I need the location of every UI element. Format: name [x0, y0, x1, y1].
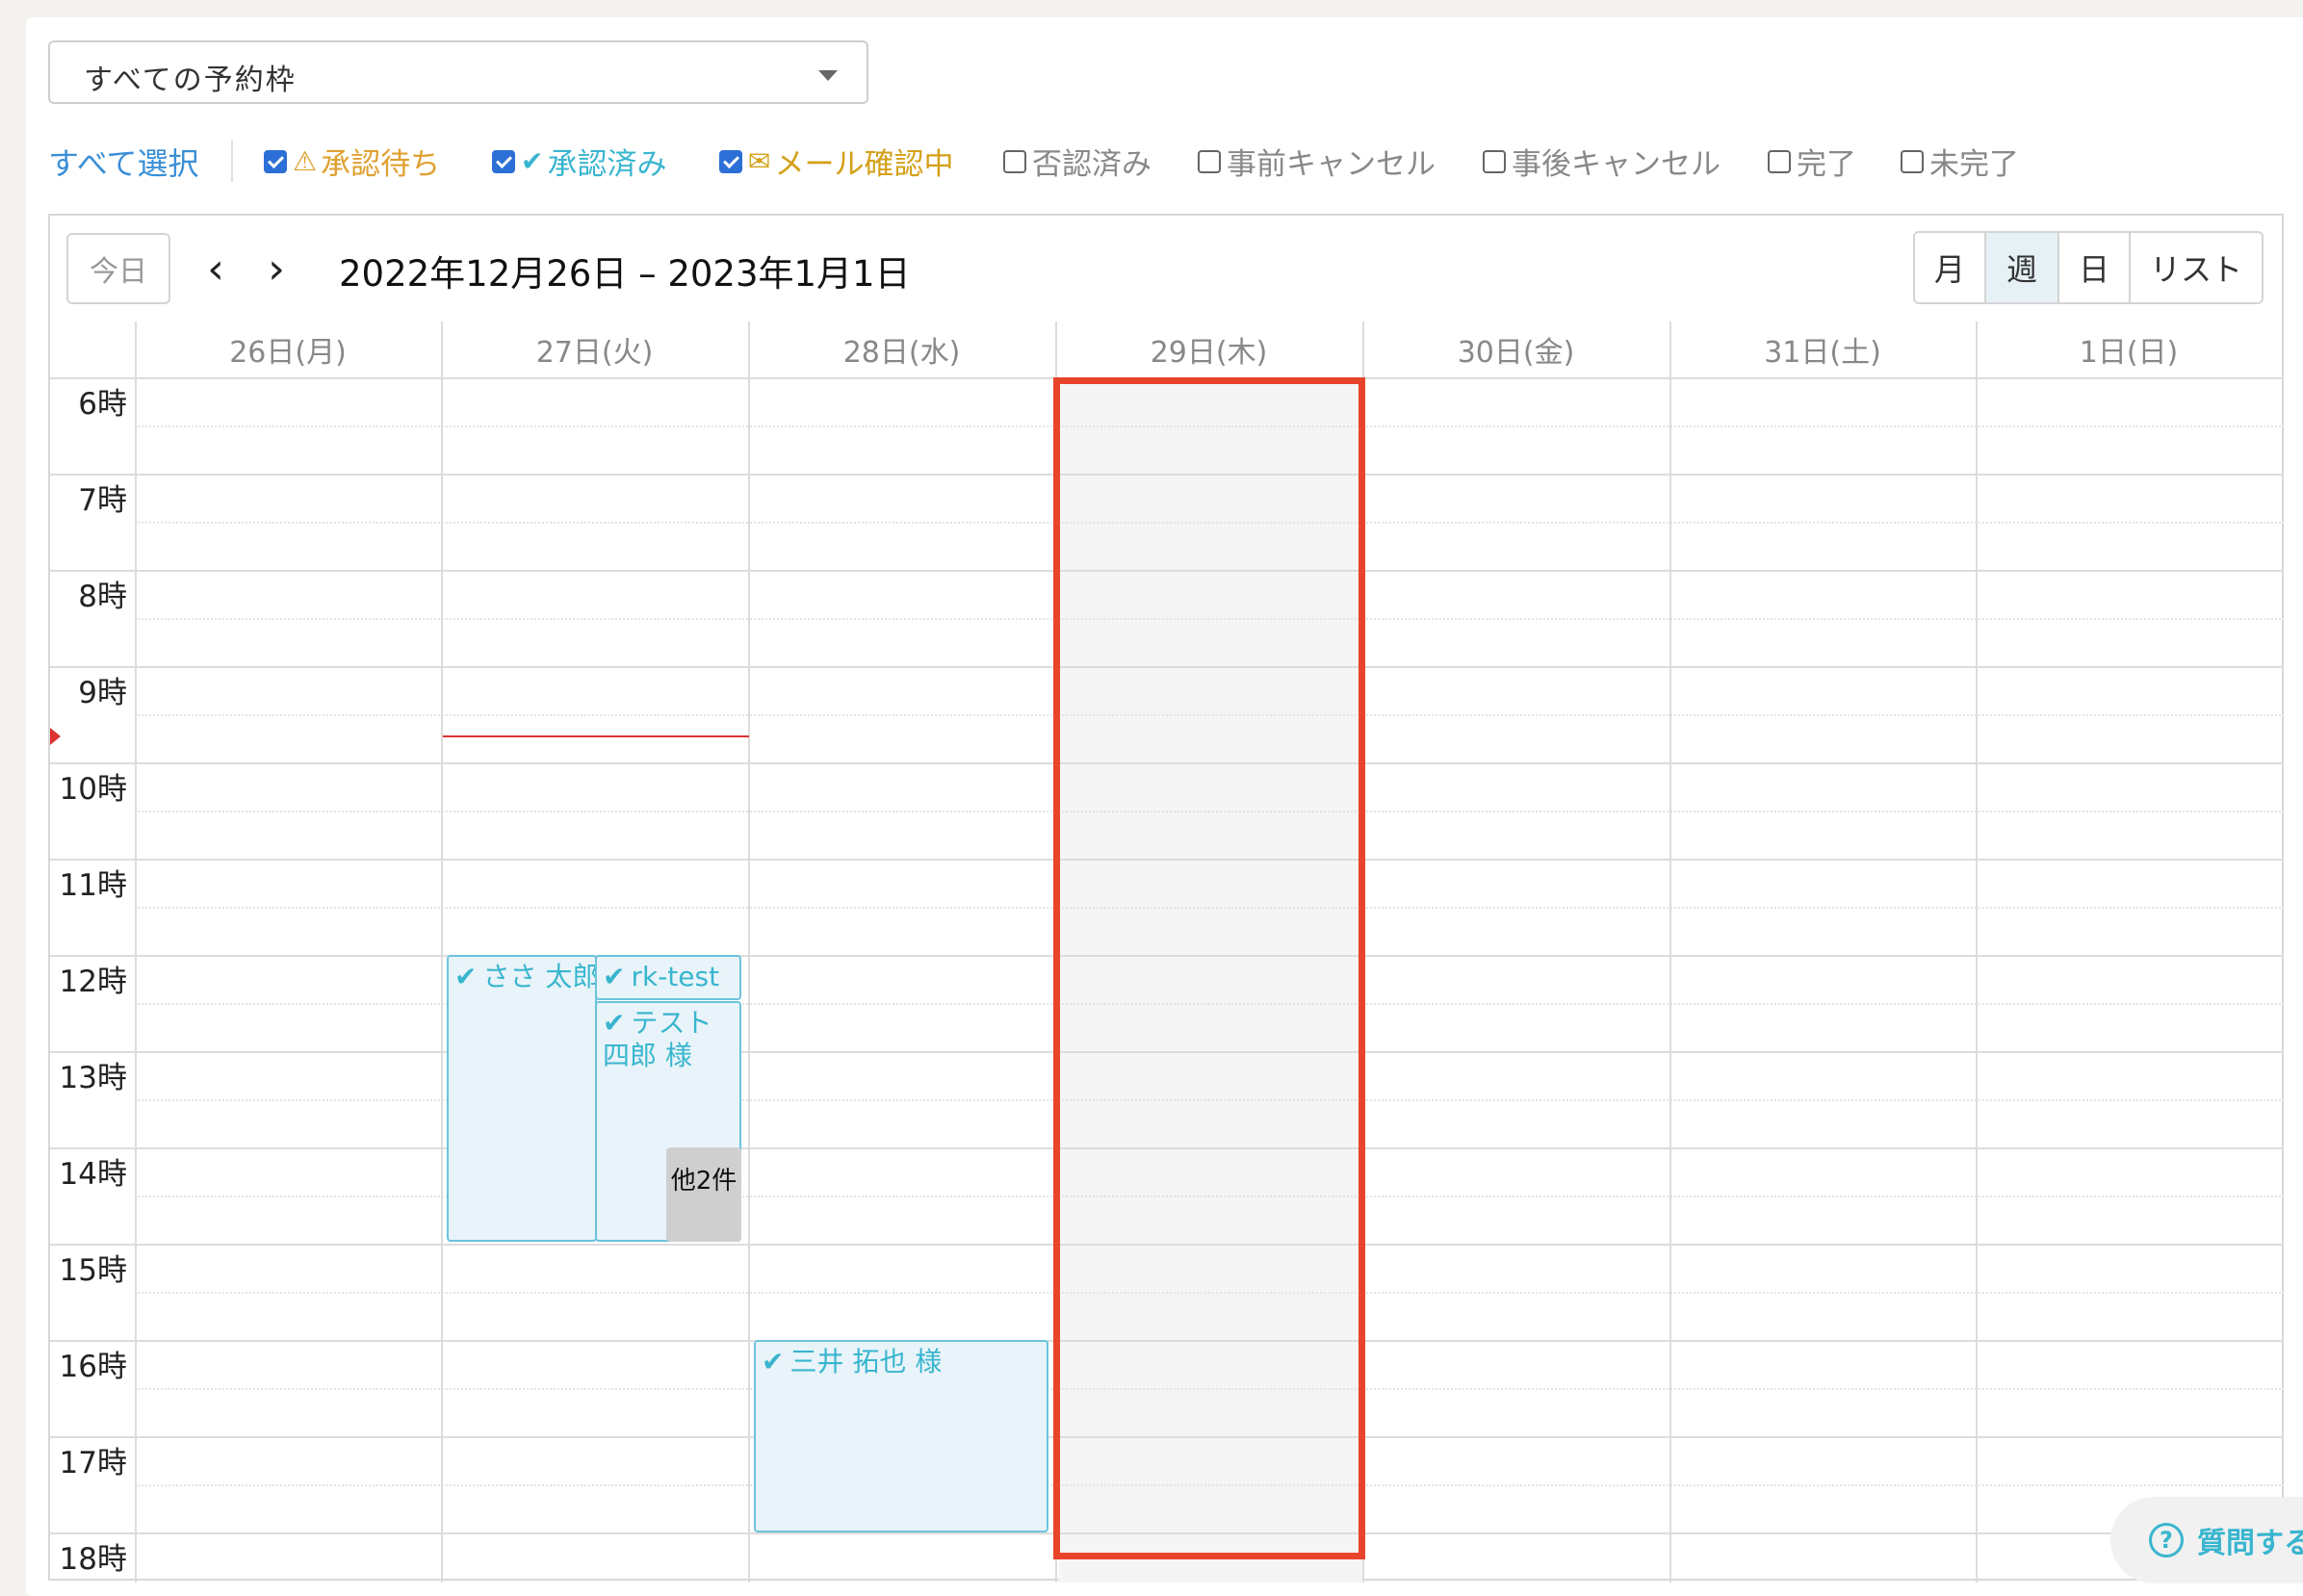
today-button[interactable]: 今日 [66, 233, 170, 304]
filter-incomplete[interactable]: 未完了 [1901, 140, 2019, 183]
filter-pre-cancel[interactable]: 事前キャンセル [1198, 140, 1436, 183]
filter-rejected[interactable]: 否認済み [1003, 140, 1152, 183]
filter-complete[interactable]: 完了 [1768, 140, 1856, 183]
help-button[interactable]: ? 質問する [2110, 1497, 2303, 1583]
checkbox[interactable] [492, 149, 515, 173]
day-header: 27日(火) [535, 336, 654, 370]
event-mitsui-takuya[interactable]: ✔ 三井 拓也 様 [754, 1340, 1048, 1532]
filter-label: 完了 [1797, 147, 1856, 182]
view-week-button[interactable]: 週 [1986, 233, 2059, 302]
checkbox[interactable] [1003, 149, 1026, 173]
filter-pending[interactable]: ⚠ 承認待ち [264, 140, 440, 183]
next-week-button[interactable]: › [257, 243, 296, 295]
calendar-toolbar: 今日 ‹ › 2022年12月26日 – 2023年1月1日 月 週 日 リスト [50, 216, 2282, 322]
day-header: 29日(木) [1150, 336, 1268, 370]
check-icon: ✔ [521, 145, 544, 177]
check-icon: ✔ [762, 1346, 785, 1377]
question-icon: ? [2149, 1523, 2184, 1557]
help-label: 質問する [2197, 1527, 2303, 1560]
prev-week-button[interactable]: ‹ [196, 243, 235, 295]
checkbox[interactable] [719, 149, 742, 173]
checkbox[interactable] [1901, 149, 1924, 173]
filter-label: 承認待ち [321, 147, 441, 182]
filter-label: 否認済み [1032, 147, 1152, 182]
time-label: 10時 [59, 772, 127, 807]
warning-icon: ⚠ [293, 145, 318, 177]
day-header: 1日(日) [2079, 336, 2179, 370]
check-icon: ✔ [454, 961, 478, 992]
event-title: rk-test [631, 961, 720, 992]
grid-column-line [1669, 322, 1671, 1583]
grid-column-line [441, 322, 443, 1583]
event-sasa-taro[interactable]: ✔ ささ 太郎 [447, 955, 597, 1242]
highlight-annotation-frame [1053, 377, 1365, 1559]
filter-post-cancel[interactable]: 事後キャンセル [1483, 140, 1721, 183]
check-icon: ✔ [603, 1007, 626, 1039]
view-switcher: 月 週 日 リスト [1913, 231, 2264, 304]
now-indicator-line [443, 735, 749, 737]
event-rk-test[interactable]: ✔ rk-test [595, 955, 741, 1000]
view-day-button[interactable]: 日 [2059, 233, 2131, 302]
day-header: 26日(月) [229, 336, 347, 370]
grid-column-line [748, 322, 750, 1583]
checkbox[interactable] [1483, 149, 1506, 173]
caret-down-icon [818, 70, 838, 81]
filter-label: メール確認中 [774, 147, 954, 182]
envelope-icon: ✉ [748, 145, 771, 177]
time-label: 14時 [59, 1157, 127, 1192]
checkbox[interactable] [1198, 149, 1221, 173]
time-label: 11時 [59, 868, 127, 903]
time-label: 12時 [59, 965, 127, 999]
event-title: ささ 太郎 [482, 961, 597, 992]
check-icon: ✔ [603, 961, 626, 992]
view-month-button[interactable]: 月 [1915, 233, 1986, 302]
view-list-button[interactable]: リスト [2131, 233, 2262, 302]
time-label: 8時 [78, 579, 127, 614]
more-events-badge[interactable]: 他2件 [666, 1147, 741, 1242]
filter-email-confirming[interactable]: ✉ メール確認中 [719, 140, 953, 183]
time-label: 16時 [59, 1350, 127, 1384]
grid-column-line [1976, 322, 1978, 1583]
time-label: 15時 [59, 1253, 127, 1288]
time-label: 18時 [59, 1542, 127, 1577]
time-label: 17時 [59, 1446, 127, 1480]
chevron-right-icon: › [268, 244, 285, 294]
time-label: 6時 [78, 387, 127, 422]
day-header: 30日(金) [1457, 336, 1575, 370]
day-header: 28日(水) [842, 336, 961, 370]
select-all-link[interactable]: すべて選択 [48, 140, 198, 184]
filter-label: 事後キャンセル [1512, 147, 1721, 182]
event-title: 三井 拓也 様 [789, 1346, 943, 1377]
filter-label: 承認済み [547, 147, 667, 182]
filter-divider [231, 140, 233, 182]
checkbox[interactable] [1768, 149, 1791, 173]
day-header: 31日(土) [1764, 336, 1881, 370]
filter-label: 未完了 [1929, 147, 2019, 182]
reservation-slot-select[interactable]: すべての予約枠 [48, 40, 868, 104]
date-range-title: 2022年12月26日 – 2023年1月1日 [339, 253, 911, 295]
filter-approved[interactable]: ✔ 承認済み [492, 140, 666, 183]
time-label: 9時 [78, 676, 127, 710]
now-indicator-arrow [50, 728, 61, 745]
filter-label: 事前キャンセル [1227, 147, 1436, 182]
select-value: すべての予約枠 [84, 64, 297, 97]
grid-column-line [135, 322, 137, 1583]
chevron-left-icon: ‹ [207, 244, 224, 294]
time-label: 13時 [59, 1061, 127, 1095]
time-label: 7時 [78, 483, 127, 518]
checkbox[interactable] [264, 149, 287, 173]
